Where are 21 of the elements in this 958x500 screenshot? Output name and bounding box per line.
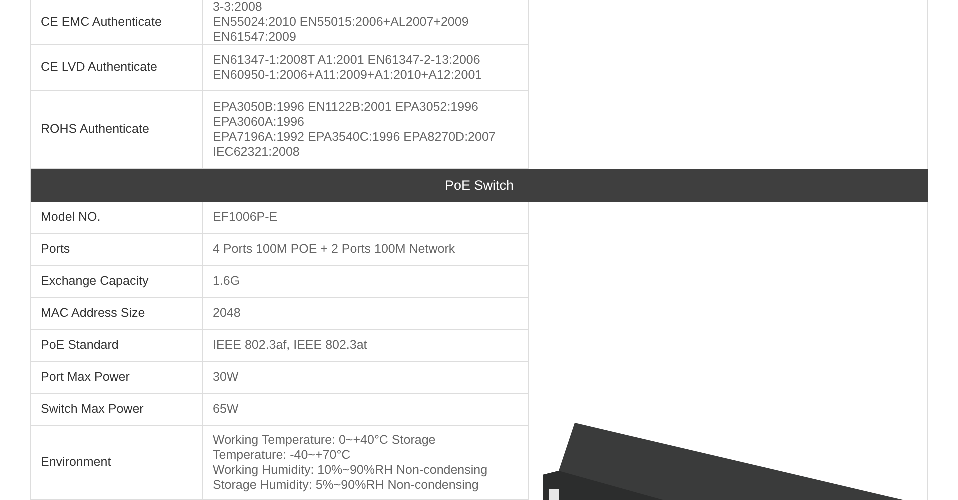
spec-value: 2048 bbox=[203, 298, 529, 330]
spec-value: 65W bbox=[203, 394, 529, 426]
spec-value: EF1006P-E bbox=[203, 202, 529, 234]
spec-value: IEEE 802.3af, IEEE 802.3at bbox=[203, 330, 529, 362]
spec-label: Ports bbox=[31, 234, 203, 266]
spec-label: Exchange Capacity bbox=[31, 266, 203, 298]
spec-label: CE EMC Authenticate bbox=[31, 0, 203, 45]
spec-value: Working Temperature: 0~+40°C Storage Temperature: -40~+70°C Working Humidity: 10%~90%RH Non-condensing Storage Humidity: 5%~90%RH Non-condensing bbox=[203, 426, 529, 500]
spec-label: MAC Address Size bbox=[31, 298, 203, 330]
spec-value: 1.6G bbox=[203, 266, 529, 298]
spec-label: Environment bbox=[31, 426, 203, 500]
spec-label: Model NO. bbox=[31, 202, 203, 234]
spec-value: EN61347-1:2008T A1:2001 EN61347-2-13:2006 EN60950-1:2006+A11:2009+A1:2010+A12:2001 bbox=[203, 45, 529, 91]
spec-value: 4 Ports 100M POE + 2 Ports 100M Network bbox=[203, 234, 529, 266]
spec-value: 30W bbox=[203, 362, 529, 394]
spec-label: Switch Max Power bbox=[31, 394, 203, 426]
spec-label: Port Max Power bbox=[31, 362, 203, 394]
spec-label: PoE Standard bbox=[31, 330, 203, 362]
spec-value: 3-3:2008 EN55024:2010 EN55015:2006+AL2007+2009 EN61547:2009 bbox=[203, 0, 529, 45]
spec-label: CE LVD Authenticate bbox=[31, 45, 203, 91]
section-header: PoE Switch bbox=[31, 169, 928, 202]
